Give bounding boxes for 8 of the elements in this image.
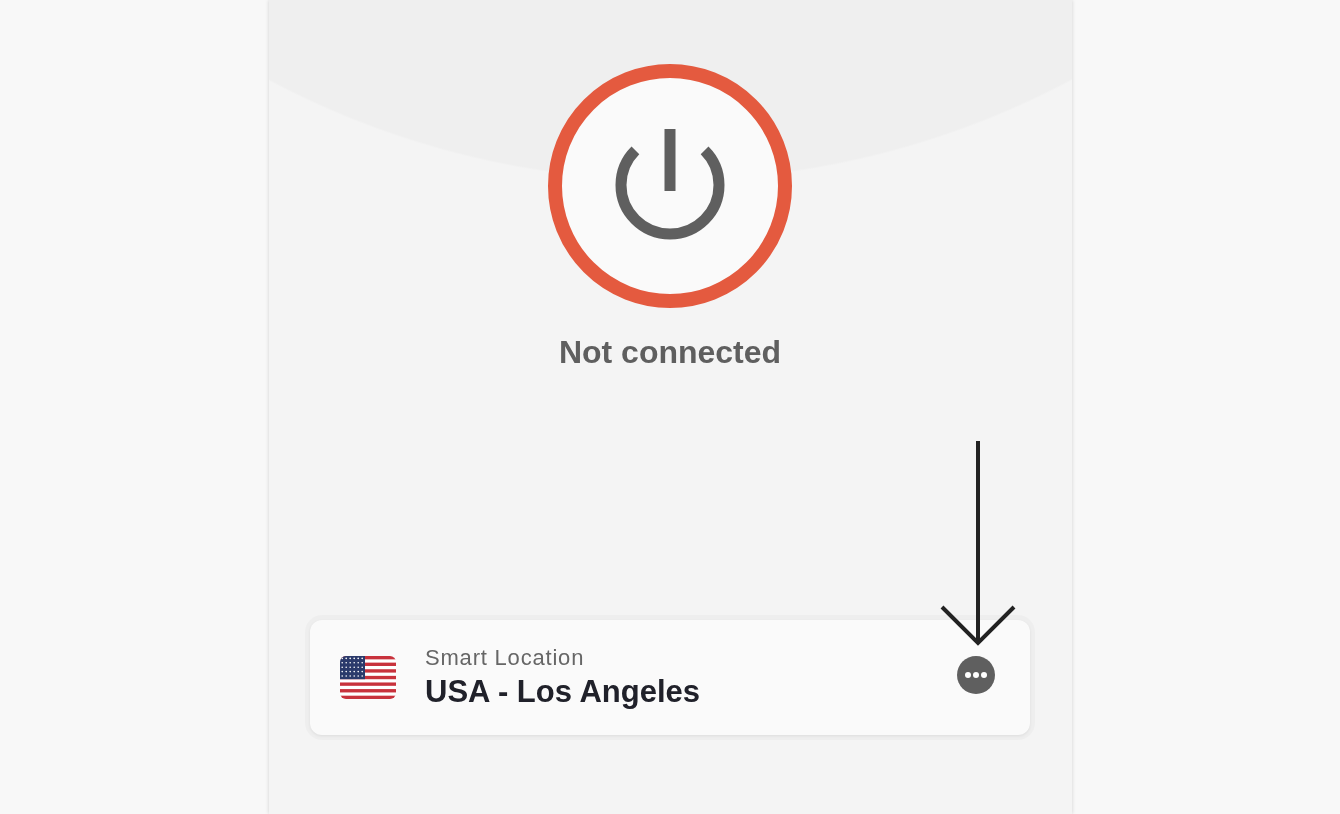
connection-status: Not connected — [558, 334, 782, 370]
ellipsis-icon — [965, 671, 987, 678]
location-name: USA - Los Angeles — [425, 672, 702, 711]
location-label: Smart Location — [425, 644, 586, 671]
more-button[interactable] — [957, 655, 995, 694]
power-icon — [614, 129, 726, 241]
location-card[interactable]: Smart Location USA - Los Angeles — [310, 620, 1030, 735]
flag-icon — [340, 656, 396, 699]
